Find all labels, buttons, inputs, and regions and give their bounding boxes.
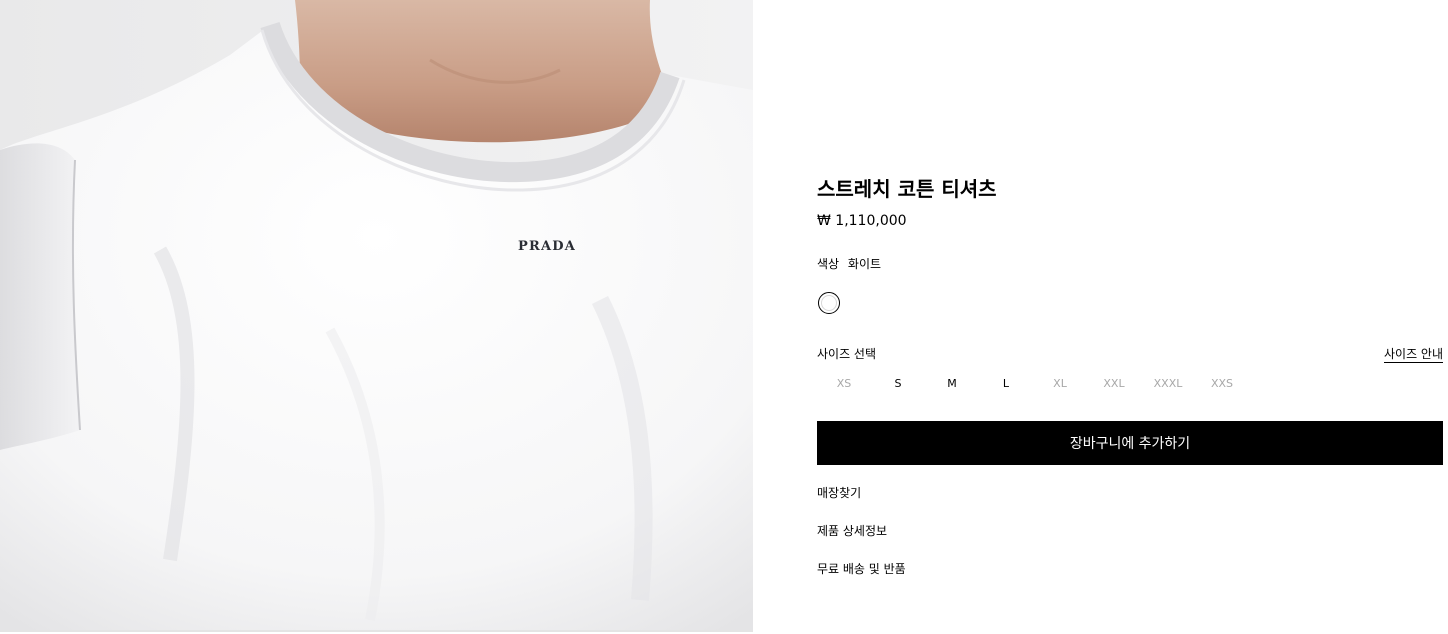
size-select-label: 사이즈 선택: [817, 347, 877, 361]
store-finder-link[interactable]: 매장찾기: [817, 485, 861, 501]
product-info-panel: 스트레치 코튼 티셔츠 ₩ 1,110,000 색상 화이트 사이즈 선택 사이…: [817, 0, 1443, 634]
size-guide-link[interactable]: 사이즈 안내: [1383, 346, 1443, 363]
size-option-s[interactable]: S: [871, 376, 925, 392]
product-page: PRADA 스트레치 코튼 티셔츠 ₩ 1,110,000 색상 화이트 사이즈…: [0, 0, 1448, 634]
color-label: 색상: [817, 257, 840, 271]
image-divider: [0, 630, 753, 632]
color-row: 색상 화이트: [817, 256, 881, 272]
product-price: ₩ 1,110,000: [817, 213, 907, 229]
product-details-link[interactable]: 제품 상세정보: [817, 523, 887, 539]
brand-logo: PRADA: [517, 239, 577, 254]
product-title: 스트레치 코튼 티셔츠: [817, 177, 997, 201]
size-options: XS S M L XL XXL XXXL XXS: [817, 376, 1249, 392]
size-option-xxs[interactable]: XXS: [1195, 376, 1249, 392]
size-option-xl[interactable]: XL: [1033, 376, 1087, 392]
add-to-cart-button[interactable]: 장바구니에 추가하기: [817, 421, 1443, 465]
size-option-xxl[interactable]: XXL: [1087, 376, 1141, 392]
shipping-returns-link[interactable]: 무료 배송 및 반품: [817, 561, 906, 577]
color-swatch-white[interactable]: [818, 292, 840, 314]
size-option-m[interactable]: M: [925, 376, 979, 392]
size-option-xs[interactable]: XS: [817, 376, 871, 392]
size-option-l[interactable]: L: [979, 376, 1033, 392]
size-option-xxxl[interactable]: XXXL: [1141, 376, 1195, 392]
color-value: 화이트: [847, 257, 882, 271]
tshirt-photo: [0, 0, 753, 630]
product-image: PRADA: [0, 0, 753, 630]
